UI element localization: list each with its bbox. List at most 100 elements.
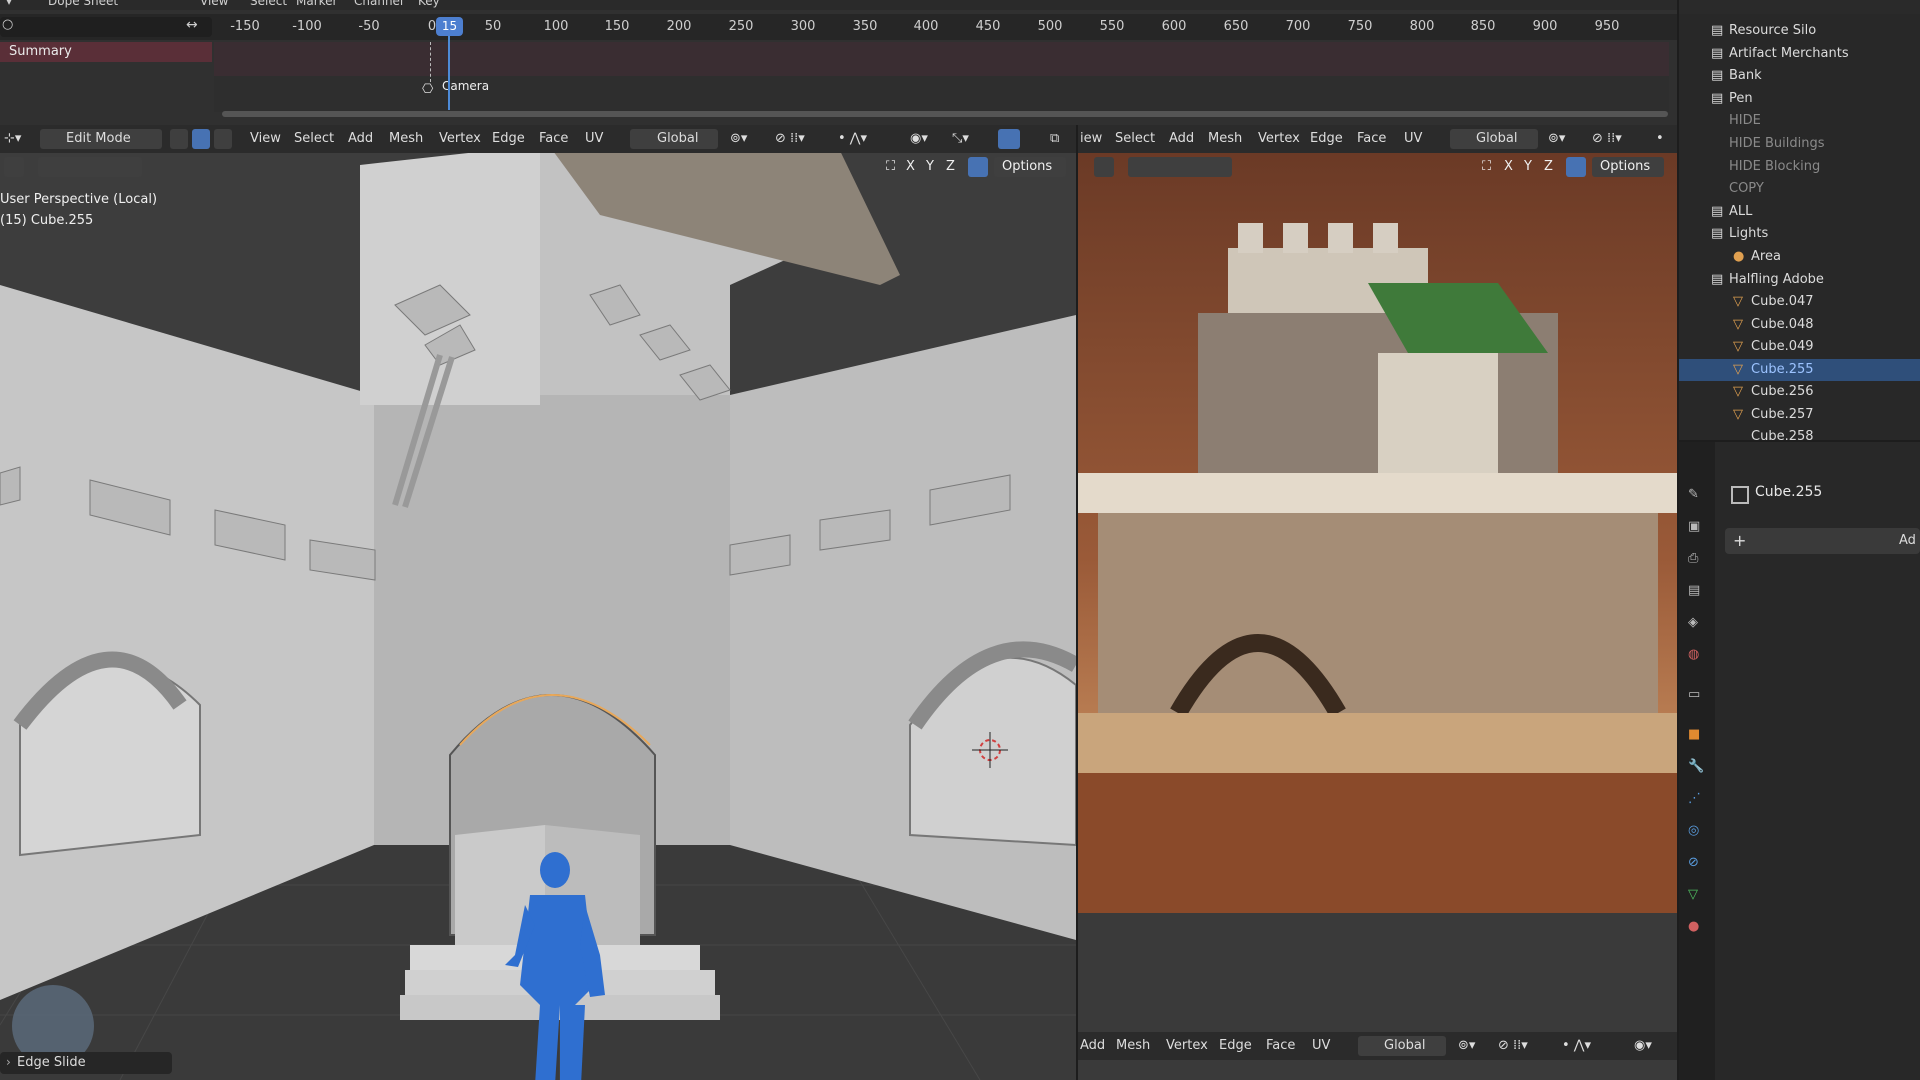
frame-ruler[interactable]: -150 -100 -50 0 50 100 150 200 250 300 3… [0, 14, 1677, 40]
data-icon[interactable]: ▽ [1688, 887, 1706, 905]
axis-x-toggle[interactable]: X [906, 159, 915, 174]
object-icon[interactable]: ■ [1688, 727, 1706, 745]
outliner-row[interactable]: COPY [1679, 178, 1920, 200]
visibility-icon[interactable]: ◉▾ [910, 131, 928, 146]
menu-select[interactable]: Select [294, 131, 334, 146]
operator-panel-edge-slide[interactable]: › Edge Slide [0, 1052, 172, 1074]
menu-view[interactable]: View [250, 131, 281, 146]
menu-face[interactable]: Face [1357, 131, 1386, 146]
snap-icon[interactable]: ⊘ ⁞⁞▾ [1592, 131, 1622, 146]
axis-y-toggle[interactable]: Y [926, 159, 934, 174]
outliner-row[interactable]: ● Area [1679, 246, 1920, 268]
outliner-row[interactable]: ▤ Lights [1679, 223, 1920, 245]
menu-select[interactable]: Select [1115, 131, 1155, 146]
tool-toggle-button[interactable] [1094, 157, 1114, 177]
tool-toggle-button[interactable] [4, 157, 24, 177]
menu-face[interactable]: Face [1266, 1038, 1295, 1053]
menu-vertex[interactable]: Vertex [1166, 1038, 1208, 1053]
pivot-icon[interactable]: ⊚▾ [1548, 131, 1565, 146]
channel-search-input[interactable]: ○ ↔ [0, 17, 212, 37]
particles-icon[interactable]: ⋰ [1688, 791, 1706, 809]
menu-uv[interactable]: UV [1404, 131, 1422, 146]
outliner-row[interactable]: ▤ Resource Silo [1679, 20, 1920, 42]
auto-merge-button[interactable] [1566, 157, 1586, 177]
snap-icon[interactable]: ⊘ ⁞⁞▾ [775, 131, 805, 146]
horizontal-scrollbar[interactable] [222, 111, 1668, 117]
axis-z-toggle[interactable]: Z [1544, 159, 1553, 174]
outliner-row[interactable]: ▤ Pen [1679, 88, 1920, 110]
menu-uv[interactable]: UV [585, 131, 603, 146]
outliner-row[interactable]: ▽ Cube.257 [1679, 404, 1920, 426]
outliner-row[interactable]: HIDE [1679, 110, 1920, 132]
selection-mode-buttons[interactable] [38, 157, 142, 177]
collection-icon[interactable]: ▭ [1688, 687, 1706, 705]
proportional-edit-icon[interactable]: • ⋀▾ [1562, 1038, 1591, 1053]
summary-channel[interactable]: Summary [0, 42, 212, 62]
add-modifier-button[interactable]: + Ad [1725, 528, 1920, 554]
axis-y-toggle[interactable]: Y [1524, 159, 1532, 174]
pivot-icon[interactable]: ⊚▾ [1458, 1038, 1475, 1053]
outliner-row[interactable]: HIDE Buildings [1679, 133, 1920, 155]
menu-view[interactable]: View [200, 0, 228, 8]
menu-mesh[interactable]: Mesh [1116, 1038, 1150, 1053]
summary-track[interactable] [214, 42, 1669, 76]
pivot-icon[interactable]: ⊚▾ [730, 131, 747, 146]
axis-x-toggle[interactable]: X [1504, 159, 1513, 174]
output-icon[interactable]: ⎙ [1688, 551, 1706, 569]
outliner-row[interactable]: ▽ Cube.047 [1679, 291, 1920, 313]
outliner-row[interactable]: ▽ Cube.048 [1679, 314, 1920, 336]
outliner-row[interactable]: HIDE Blocking [1679, 156, 1920, 178]
render-icon[interactable]: ▣ [1688, 519, 1706, 537]
editor-type-icon[interactable]: ▾ [6, 0, 12, 8]
menu-edge[interactable]: Edge [1310, 131, 1343, 146]
menu-edge[interactable]: Edge [1219, 1038, 1252, 1053]
outliner-row-selected[interactable]: ▽ Cube.255 [1679, 359, 1920, 381]
outliner-row[interactable]: Cube.258 [1679, 426, 1920, 440]
menu-uv[interactable]: UV [1312, 1038, 1330, 1053]
outliner-row[interactable]: ▤ ALL [1679, 201, 1920, 223]
mirror-icon[interactable]: ⛶ [886, 159, 895, 174]
scene-icon[interactable]: ◈ [1688, 615, 1706, 633]
world-icon[interactable]: ◍ [1688, 647, 1706, 665]
menu-mesh[interactable]: Mesh [389, 131, 423, 146]
face-select-button[interactable] [214, 129, 232, 149]
selection-mode-buttons[interactable] [1128, 157, 1232, 177]
current-frame-badge[interactable]: 15 [436, 17, 463, 36]
outliner-row[interactable]: ▽ Cube.049 [1679, 336, 1920, 358]
proportional-edit-icon[interactable]: • [1656, 131, 1664, 146]
outliner-row[interactable]: ▽ Cube.256 [1679, 381, 1920, 403]
camera-marker-icon[interactable]: ⎔ [422, 82, 433, 97]
viewport-3d-right[interactable]: iew Select Add Mesh Vertex Edge Face UV … [1078, 125, 1677, 1080]
view-layer-icon[interactable]: ▤ [1688, 583, 1706, 601]
tool-icon[interactable]: ✎ [1688, 487, 1706, 505]
menu-vertex[interactable]: Vertex [1258, 131, 1300, 146]
menu-marker[interactable]: Marker [296, 0, 337, 8]
vertex-select-button[interactable] [170, 129, 188, 149]
menu-mesh[interactable]: Mesh [1208, 131, 1242, 146]
constraint-icon[interactable]: ⊘ [1688, 855, 1706, 873]
edge-select-button[interactable] [192, 129, 210, 149]
material-icon[interactable]: ● [1688, 919, 1706, 937]
xray-icon[interactable]: ⧉ [1050, 131, 1059, 146]
proportional-edit-icon[interactable]: • ⋀▾ [838, 131, 867, 146]
axis-z-toggle[interactable]: Z [946, 159, 955, 174]
editor-type-icon[interactable]: ⊹▾ [4, 131, 21, 146]
outliner-row[interactable]: ▤ Halfling Adobe [1679, 269, 1920, 291]
menu-face[interactable]: Face [539, 131, 568, 146]
mirror-icon[interactable]: ⛶ [1482, 159, 1491, 174]
swap-arrows-icon[interactable]: ↔ [186, 17, 198, 33]
menu-add[interactable]: Add [348, 131, 373, 146]
menu-select[interactable]: Select [250, 0, 287, 8]
menu-vertex[interactable]: Vertex [439, 131, 481, 146]
physics-icon[interactable]: ◎ [1688, 823, 1706, 841]
menu-add[interactable]: Add [1169, 131, 1194, 146]
dope-sheet-editor-label[interactable]: Dope Sheet [48, 0, 118, 8]
outliner-row[interactable]: ▤ Artifact Merchants [1679, 43, 1920, 65]
menu-add[interactable]: Add [1080, 1038, 1105, 1053]
gizmo-icon[interactable]: ⤡▾ [952, 131, 969, 146]
outliner-row[interactable]: ▤ Bank [1679, 65, 1920, 87]
viewport-3d-left[interactable]: ⊹▾ Edit Mode View Select Add Mesh Vertex… [0, 125, 1076, 1080]
menu-key[interactable]: Key [418, 0, 440, 8]
modifier-icon[interactable]: 🔧 [1688, 759, 1706, 777]
menu-channel[interactable]: Channel [354, 0, 403, 8]
